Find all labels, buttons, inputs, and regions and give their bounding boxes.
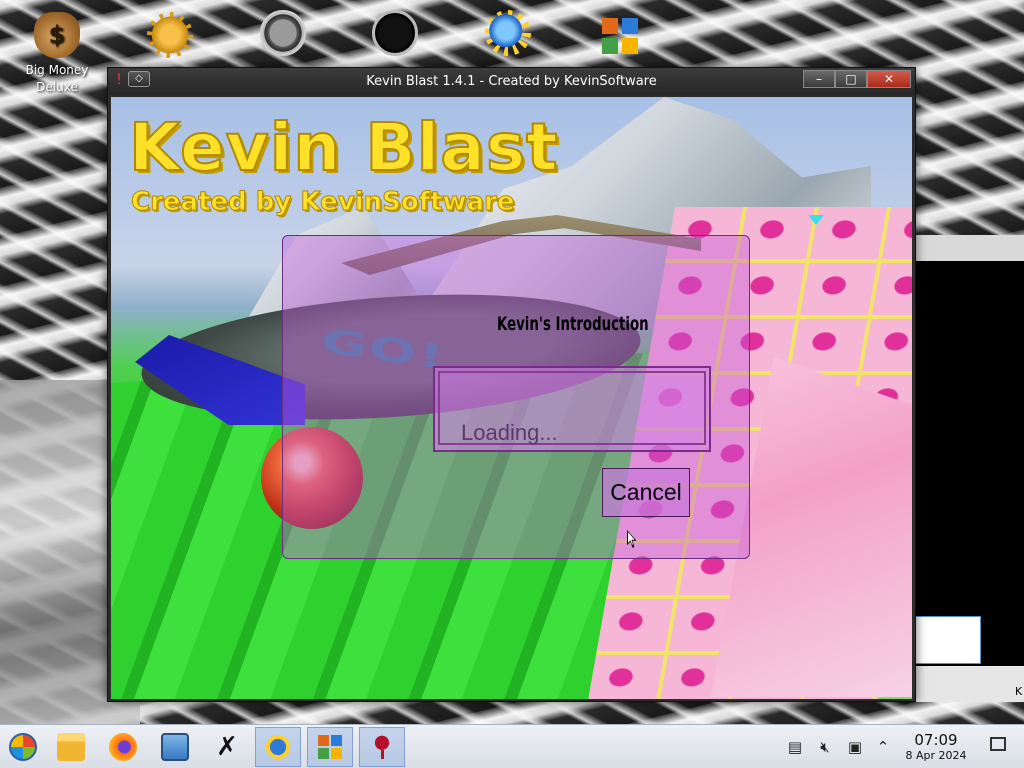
kevin-blast-icon [264,733,292,761]
loading-progress-box: Loading... [433,366,711,452]
x-tool-icon: ✗ [216,732,238,762]
taskbar-firefox[interactable] [100,727,146,767]
game-logo-subtitle: Created by KevinSoftware [130,187,515,218]
office-grid-icon [316,733,344,761]
taskbar-files[interactable] [48,727,94,767]
monitor-icon [161,733,189,761]
taskbar: ✗ ▤ 🔇︎ ▣ ⌃ 07:09 8 Apr 2024 [0,724,1024,768]
desktop-icon-gear[interactable] [125,12,215,62]
desktop-icon-label: Big Money Deluxe [25,63,89,94]
game-logo-title: Kevin Blast [128,108,559,187]
clipboard-icon[interactable]: ▤ [785,737,805,757]
start-orb-icon [9,733,37,761]
tray-expand-icon[interactable]: ⌃ [873,737,893,757]
taskbar-monitor[interactable] [152,727,198,767]
folder-icon [57,733,85,761]
desktop-icon-office[interactable] [576,14,666,64]
window-menu-button[interactable]: ◇ [128,71,150,87]
volume-muted-icon[interactable]: 🔇︎ [815,737,835,757]
taskbar-xtool[interactable]: ✗ [204,727,250,767]
background-window-input[interactable] [915,616,981,664]
network-icon[interactable]: ▣ [845,737,865,757]
minimize-button[interactable]: – [803,70,835,88]
gauge-icon [260,10,306,56]
red-disc-icon [372,10,418,56]
background-window[interactable]: K [905,235,1024,702]
clock-time[interactable]: 07:09 [904,731,968,749]
wine-glass-icon [368,733,396,761]
clock-date[interactable]: 8 Apr 2024 [898,749,974,762]
intro-dialog: Kevin's Introduction Loading... Cancel [282,235,750,559]
taskbar-wine[interactable] [359,727,405,767]
maximize-button[interactable]: □ [835,70,867,88]
show-desktop-button[interactable] [990,737,1006,751]
office-grid-icon [598,14,644,60]
loading-text: Loading... [461,420,558,445]
close-button[interactable]: ✕ [867,70,911,88]
taskbar-office[interactable] [307,727,353,767]
taskbar-kevin-blast[interactable] [255,727,301,767]
cancel-button[interactable]: Cancel [602,468,690,517]
desktop-icon-red-disc[interactable] [350,10,440,60]
desktop-icon-kevin-blast[interactable] [463,10,553,60]
kevin-blast-icon [485,10,531,56]
dialog-title: Kevin's Introduction [497,313,649,335]
background-window-footer: K [905,666,1024,702]
firefox-icon [109,733,137,761]
game-window[interactable]: ! ◇ Kevin Blast 1.4.1 - Created by Kevin… [107,67,916,702]
window-title: Kevin Blast 1.4.1 - Created by KevinSoft… [366,74,657,89]
desktop-icon-big-money-deluxe[interactable]: $ Big Money Deluxe [12,12,102,96]
money-bag-icon: $ [34,12,80,58]
window-titlebar[interactable]: ! ◇ Kevin Blast 1.4.1 - Created by Kevin… [108,68,915,95]
desktop-icon-gauge[interactable] [238,10,328,60]
game-viewport[interactable]: GO! Kevin Blast Created by KevinSoftware… [111,97,912,699]
gear-icon [147,12,193,58]
start-button[interactable] [0,727,46,767]
pin-icon[interactable]: ! [114,71,124,89]
